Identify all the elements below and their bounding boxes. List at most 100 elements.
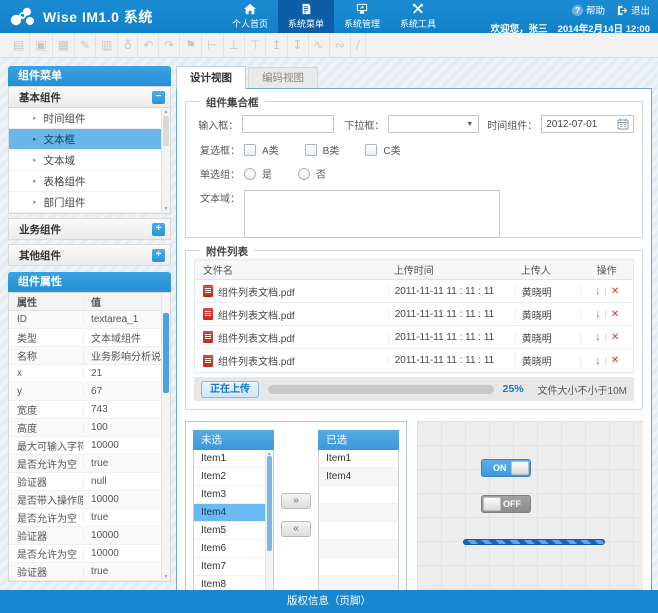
edit-icon[interactable]: ✎	[75, 34, 96, 57]
list-item[interactable]: Item1	[194, 450, 273, 468]
expand-icon[interactable]: +	[152, 249, 165, 262]
toggle-switch-on[interactable]: ON	[481, 459, 531, 477]
download-icon[interactable]: ↓	[595, 331, 601, 343]
uploading-button[interactable]: 正在上传	[201, 381, 259, 398]
nav-item-system-manage[interactable]: 系统管理	[334, 0, 390, 33]
align-top-icon[interactable]: ⊤	[245, 34, 266, 57]
attachment-filename[interactable]: 组件列表文档.pdf	[218, 307, 295, 322]
tab-code-view[interactable]: 编码视图	[248, 67, 318, 89]
prop-row[interactable]: 是否允许为空true	[9, 509, 170, 527]
calendar-icon[interactable]	[617, 118, 629, 130]
prop-row[interactable]: y67	[9, 383, 170, 401]
checkbox-label[interactable]: C类	[383, 142, 400, 157]
list-item[interactable]: Item1	[319, 450, 398, 468]
prop-row[interactable]: 验证器10000	[9, 527, 170, 545]
delete-icon[interactable]: ✕	[611, 286, 619, 297]
list-item[interactable]: Item4	[319, 468, 398, 486]
prop-row[interactable]: 是否允许为空10000	[9, 545, 170, 563]
prop-row[interactable]: 最大可输入字符数10000	[9, 437, 170, 455]
props-scrollbar[interactable]: ▼	[161, 293, 170, 581]
radio-icon[interactable]	[298, 168, 310, 180]
prop-row[interactable]: 高度100	[9, 419, 170, 437]
delete-icon[interactable]: ✕	[611, 309, 619, 320]
delete-icon[interactable]: ✕	[611, 355, 619, 366]
scroll-up-icon[interactable]: ▲	[162, 109, 170, 115]
curve-icon[interactable]: ∾	[330, 34, 351, 57]
prop-row[interactable]: 是否带入操作原因10000	[9, 491, 170, 509]
move-left-button[interactable]: «	[281, 521, 311, 537]
list-item[interactable]: Item7	[194, 558, 273, 576]
prop-row[interactable]: 类型文本域组件	[9, 329, 170, 347]
menu-item-table-component[interactable]: ▸ 表格组件	[9, 171, 170, 192]
help-button[interactable]: ? 帮助	[572, 3, 605, 17]
checkbox-label[interactable]: B类	[323, 142, 340, 157]
align-bottom-icon[interactable]: ⊥	[224, 34, 245, 57]
tab-design-view[interactable]: 设计视图	[176, 66, 246, 89]
attachment-filename[interactable]: 组件列表文档.pdf	[218, 330, 295, 345]
scrollbar-thumb[interactable]	[163, 116, 169, 146]
download-icon[interactable]: ↓	[595, 308, 601, 320]
publish-icon[interactable]: ♁	[118, 34, 138, 57]
accordion-business-components[interactable]: 业务组件 +	[8, 218, 171, 240]
checkbox-icon[interactable]	[365, 144, 377, 156]
scrollbar-thumb[interactable]	[163, 313, 169, 393]
scroll-down-icon[interactable]: ▼	[162, 574, 170, 580]
prop-row[interactable]: 名称业务影响分析说明	[9, 347, 170, 365]
dropdown-select[interactable]: ▼	[388, 115, 479, 133]
prop-row[interactable]: 验证器true	[9, 563, 170, 581]
toggle-switch-off[interactable]: OFF	[481, 495, 531, 513]
undo-icon[interactable]: ↶	[138, 34, 159, 57]
delete-icon[interactable]: ▥	[96, 34, 118, 57]
prop-row[interactable]: x21	[9, 365, 170, 383]
date-picker[interactable]: 2012-07-01	[541, 115, 634, 133]
open-folder-icon[interactable]: ▣	[30, 34, 52, 57]
list-item-selected[interactable]: Item4	[194, 504, 273, 522]
delete-icon[interactable]: ✕	[611, 332, 619, 343]
attachment-filename[interactable]: 组件列表文档.pdf	[218, 353, 295, 368]
nav-item-system-menu[interactable]: 系统菜单	[278, 0, 334, 33]
list-item[interactable]: Item5	[194, 522, 273, 540]
textarea-field[interactable]	[244, 190, 500, 238]
new-file-icon[interactable]: ▤	[8, 34, 30, 57]
file-download-icon[interactable]: ↧	[288, 34, 309, 57]
redo-icon[interactable]: ↷	[159, 34, 180, 57]
attachment-filename[interactable]: 组件列表文档.pdf	[218, 284, 295, 299]
wave-icon[interactable]: ∿	[309, 34, 330, 57]
toggle-knob[interactable]	[483, 497, 501, 511]
file-upload-icon[interactable]: ↥	[266, 34, 287, 57]
save-icon[interactable]: ▦	[53, 34, 75, 57]
radio-label[interactable]: 是	[262, 166, 272, 181]
flag-icon[interactable]: ⚑	[180, 34, 202, 57]
download-icon[interactable]: ↓	[595, 285, 601, 297]
list-item[interactable]: Item3	[194, 486, 273, 504]
toggle-knob[interactable]	[511, 461, 529, 475]
draw-line-icon[interactable]: ∕	[351, 34, 366, 57]
prop-row[interactable]: 验证器null	[9, 473, 170, 491]
scroll-down-icon[interactable]: ▼	[162, 206, 170, 212]
menu-item-textarea[interactable]: ▸ 文本域	[9, 150, 170, 171]
list-item[interactable]: Item6	[194, 540, 273, 558]
menu-item-department-component[interactable]: ▸ 部门组件	[9, 192, 170, 213]
checkbox-icon[interactable]	[244, 144, 256, 156]
list-item[interactable]: Item2	[194, 468, 273, 486]
text-input[interactable]	[242, 115, 334, 133]
accordion-basic-components[interactable]: 基本组件 −	[8, 86, 171, 108]
nav-item-home[interactable]: 个人首页	[222, 0, 278, 33]
move-right-button[interactable]: »	[281, 493, 311, 509]
menu-item-time-component[interactable]: ▸ 时间组件	[9, 108, 170, 129]
scrollbar-thumb[interactable]	[267, 456, 272, 551]
radio-label[interactable]: 否	[316, 166, 326, 181]
logout-button[interactable]: 退出	[617, 3, 650, 17]
download-icon[interactable]: ↓	[595, 355, 601, 367]
menu-item-textbox[interactable]: ▸ 文本框	[9, 129, 170, 150]
prop-row[interactable]: IDtextarea_1	[9, 311, 170, 329]
radio-icon[interactable]	[244, 168, 256, 180]
checkbox-label[interactable]: A类	[262, 142, 279, 157]
nav-item-system-tools[interactable]: 系统工具	[390, 0, 446, 33]
list-scrollbar[interactable]: ▲ ▼	[265, 450, 273, 599]
expand-icon[interactable]: +	[152, 223, 165, 236]
insert-icon[interactable]: ⊢	[202, 34, 223, 57]
checkbox-icon[interactable]	[305, 144, 317, 156]
menu-scrollbar[interactable]: ▲ ▼	[161, 108, 170, 213]
prop-row[interactable]: 是否允许为空true	[9, 455, 170, 473]
